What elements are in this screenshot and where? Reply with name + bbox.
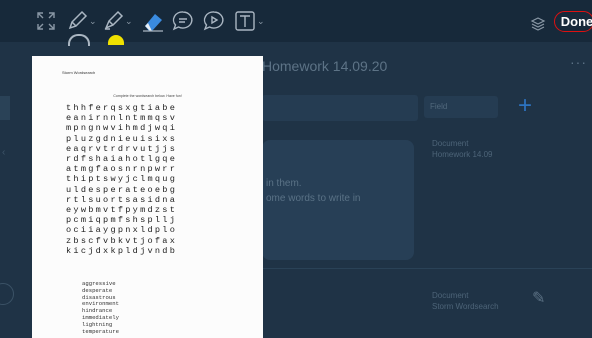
list-item: temperature bbox=[82, 327, 119, 335]
pen-tool-button[interactable]: ⌄ bbox=[66, 8, 97, 34]
grid-row: atmgfaosnrnpwrr bbox=[66, 164, 178, 175]
word-list: aggressive desperate disastrous environm… bbox=[82, 280, 119, 335]
attachment-label: Document Homework 14.09 bbox=[432, 138, 492, 160]
comment-tool-button[interactable] bbox=[172, 8, 194, 34]
title-field bbox=[262, 95, 418, 121]
edit-pencil-icon: ✎ bbox=[532, 290, 546, 307]
document-page[interactable]: Storm Wordsearch Complete the wordsearch… bbox=[32, 56, 263, 338]
text-caret: ⌄ bbox=[257, 15, 265, 26]
layers-icon bbox=[530, 17, 546, 31]
text-box-icon bbox=[235, 11, 255, 31]
highlighter-icon bbox=[104, 10, 124, 30]
annotation-toolbar: ⌄ ⌄ ⌄ Done bbox=[0, 0, 592, 42]
chevron-left-icon: ‹ bbox=[2, 147, 6, 158]
grid-row: uldesperateoebg bbox=[66, 184, 178, 195]
bottom-attachment-type: Document bbox=[432, 291, 469, 300]
instructions-text: in them. ome words to write in bbox=[266, 176, 360, 206]
yellow-ink-mark bbox=[108, 35, 124, 45]
bottom-attachment-name: Storm Wordsearch bbox=[432, 302, 499, 311]
grid-row: pcmiqpmfshspllj bbox=[66, 215, 178, 226]
add-icon: + bbox=[518, 92, 533, 119]
grid-row: kicjdxkpldjvndb bbox=[66, 245, 178, 256]
grid-row: thiptswyjclmqug bbox=[66, 174, 178, 185]
text-tool-button[interactable]: ⌄ bbox=[234, 8, 265, 34]
grid-row: eanirnnlntmmqsv bbox=[66, 113, 178, 124]
pen-icon bbox=[68, 10, 88, 30]
type-select: Field bbox=[424, 96, 498, 118]
grid-row: ociiaygpnxldplo bbox=[66, 225, 178, 236]
play-icon bbox=[203, 11, 224, 31]
fullscreen-button[interactable] bbox=[36, 8, 56, 34]
pen-stroke-mark bbox=[68, 34, 90, 46]
fullscreen-icon bbox=[37, 12, 55, 30]
pen-caret: ⌄ bbox=[89, 15, 97, 26]
more-options-icon: ··· bbox=[570, 54, 587, 70]
left-panel-edge bbox=[0, 96, 10, 120]
instructions-line-1: in them. bbox=[266, 178, 302, 189]
grid-row: eaqrvtrdrvutjjs bbox=[66, 143, 178, 154]
eraser-tool-button[interactable] bbox=[141, 8, 165, 34]
attachment-name: Homework 14.09 bbox=[432, 150, 493, 159]
wordsearch-grid: thhferqsxgtiabe eanirnnlntmmqsv mpngnwvi… bbox=[66, 103, 177, 256]
attachment-type: Document bbox=[432, 139, 469, 148]
document-title: Storm Wordsearch bbox=[62, 70, 96, 75]
grid-row: zbscfvbkvtjofax bbox=[66, 235, 178, 246]
record-tool-button[interactable] bbox=[203, 8, 225, 34]
done-button[interactable]: Done bbox=[554, 11, 592, 32]
document-instructions: Complete the wordsearch below. Have fun! bbox=[113, 94, 182, 98]
layers-button[interactable] bbox=[530, 11, 546, 37]
assignment-title: Homework 14.09.20 bbox=[262, 58, 388, 74]
instructions-line-2: ome words to write in bbox=[266, 193, 361, 204]
grid-row: rdfshaiahotlgqe bbox=[66, 154, 178, 165]
grid-row: mpngnwvihmdjwqi bbox=[66, 123, 178, 134]
comment-icon bbox=[172, 11, 193, 31]
grid-row: thhferqsxgtiabe bbox=[66, 103, 178, 113]
grid-row: pluzgdnieuisixs bbox=[66, 133, 178, 144]
grid-row: eywbmvtfpymdzst bbox=[66, 205, 178, 216]
highlighter-caret: ⌄ bbox=[125, 15, 133, 26]
grid-row: rtlsuortsasidna bbox=[66, 194, 178, 205]
divider bbox=[262, 268, 592, 269]
eraser-icon bbox=[143, 14, 163, 32]
bottom-attachment-label: Document Storm Wordsearch bbox=[432, 290, 499, 312]
highlighter-tool-button[interactable]: ⌄ bbox=[102, 8, 133, 34]
